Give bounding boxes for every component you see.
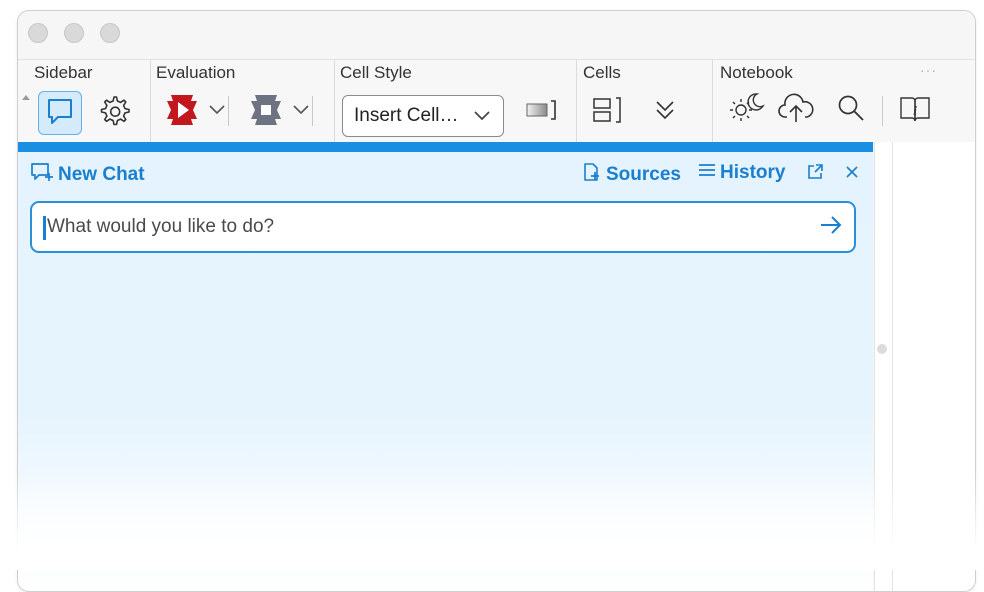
find-button[interactable] — [834, 93, 868, 127]
evaluate-button[interactable] — [164, 94, 200, 130]
chevron-down-icon — [209, 102, 225, 120]
chat-input[interactable] — [47, 213, 807, 241]
cell-style-group: Cell Style Insert Cell… — [334, 60, 577, 142]
expand-cells-button[interactable] — [648, 96, 682, 128]
cells-group: Cells — [576, 60, 713, 142]
settings-button[interactable] — [96, 93, 134, 133]
close-window-button[interactable] — [28, 23, 48, 43]
cells-group-label: Cells — [583, 63, 621, 82]
abort-menu-button[interactable] — [290, 100, 312, 122]
cell-group-button[interactable] — [590, 96, 626, 128]
chat-input-box — [30, 201, 856, 253]
divider — [228, 96, 229, 126]
cell-style-select[interactable]: Insert Cell… — [342, 95, 504, 137]
cell-bracket-icon — [525, 98, 559, 127]
abort-icon — [249, 93, 283, 132]
cell-insert-button[interactable] — [524, 98, 560, 126]
scrollbar-handle[interactable] — [877, 344, 887, 354]
divider — [312, 96, 313, 126]
new-chat-button[interactable]: New Chat — [30, 162, 145, 188]
add-document-icon — [582, 162, 602, 188]
cell-style-group-label: Cell Style — [340, 63, 412, 82]
app-window: Sidebar Evaluation Cell Style Insert Cel… — [17, 10, 976, 592]
chevron-down-icon — [473, 105, 491, 131]
list-icon — [698, 162, 716, 184]
evaluation-group-label: Evaluation — [156, 63, 236, 82]
svg-text:i: i — [913, 103, 917, 118]
search-icon — [836, 93, 866, 128]
cell-split-icon — [591, 95, 625, 130]
toolbar: Sidebar Evaluation Cell Style Insert Cel… — [18, 59, 975, 142]
book-info-icon: i — [898, 94, 932, 129]
chat-sidebar-button[interactable] — [38, 91, 82, 135]
sources-label: Sources — [606, 164, 681, 185]
cell-bracket-line — [892, 142, 893, 591]
title-bar — [18, 11, 975, 59]
chat-panel: New Chat Sources History — [18, 142, 873, 591]
collapse-arrow-icon[interactable] — [20, 90, 32, 104]
abort-button[interactable] — [248, 94, 284, 130]
text-cursor — [43, 216, 46, 240]
zoom-window-button[interactable] — [100, 23, 120, 43]
sidebar-group: Sidebar — [18, 60, 151, 142]
chat-bubble-icon — [45, 96, 75, 131]
close-icon — [845, 165, 859, 184]
cell-style-select-value: Insert Cell… — [354, 105, 459, 126]
sun-moon-icon — [727, 91, 765, 130]
divider — [882, 96, 883, 126]
sources-button[interactable]: Sources — [582, 162, 681, 188]
close-panel-button[interactable] — [841, 163, 863, 185]
new-chat-icon — [30, 162, 54, 188]
external-window-icon — [806, 163, 824, 186]
evaluate-icon — [165, 93, 199, 132]
cloud-upload-icon — [777, 91, 815, 130]
chat-panel-accent-bar — [18, 142, 873, 152]
notebook-group: Notebook ··· i — [712, 60, 975, 142]
double-chevron-down-icon — [653, 98, 677, 127]
pop-out-button[interactable] — [804, 163, 826, 185]
more-options-button[interactable]: ··· — [920, 62, 937, 78]
gear-icon — [99, 95, 131, 132]
appearance-button[interactable] — [726, 92, 766, 128]
evaluation-group: Evaluation — [150, 60, 335, 142]
sidebar-group-label: Sidebar — [34, 63, 93, 82]
evaluate-menu-button[interactable] — [206, 100, 228, 122]
chevron-down-icon — [293, 102, 309, 120]
new-chat-label: New Chat — [58, 164, 145, 185]
notebook-group-label: Notebook — [720, 63, 793, 82]
history-button[interactable]: History — [698, 162, 785, 184]
history-label: History — [720, 162, 786, 183]
publish-button[interactable] — [776, 92, 816, 128]
send-button[interactable] — [819, 215, 843, 239]
minimize-window-button[interactable] — [64, 23, 84, 43]
notebook-area — [874, 142, 975, 591]
arrow-right-icon — [820, 215, 842, 239]
documentation-button[interactable]: i — [896, 94, 934, 128]
